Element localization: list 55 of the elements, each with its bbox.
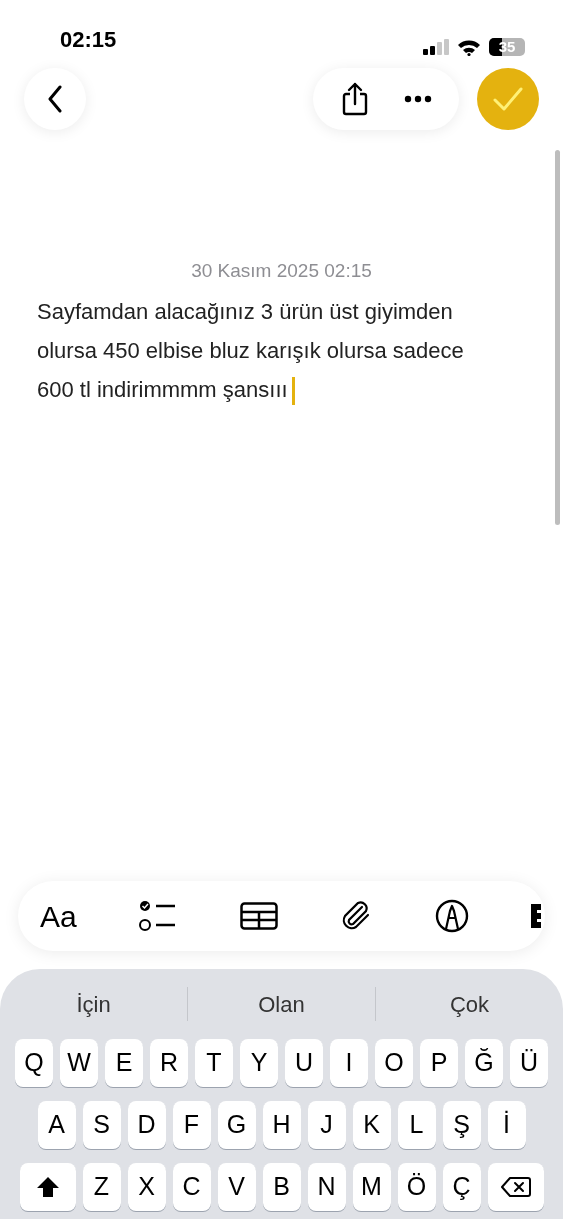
chevron-left-icon: [47, 85, 63, 113]
suggestion-item[interactable]: İçin: [0, 987, 187, 1021]
keyboard-key[interactable]: İ: [487, 1101, 526, 1149]
note-body: Sayfamdan alacağınız 3 ürün üst giyimden olursa 450 elbise bluz karışık olursa sadece 600 tl indirimmmm şansııı: [37, 291, 526, 409]
keyboard-key[interactable]: A: [37, 1101, 76, 1149]
keyboard-key[interactable]: D: [127, 1101, 166, 1149]
suggestion-item[interactable]: Olan: [188, 987, 375, 1021]
keyboard-key[interactable]: C: [172, 1163, 211, 1211]
keyboard-key[interactable]: W: [60, 1039, 98, 1087]
keyboard-key[interactable]: X: [127, 1163, 166, 1211]
keyboard-key[interactable]: M: [352, 1163, 391, 1211]
keyboard-key[interactable]: H: [262, 1101, 301, 1149]
keyboard-key[interactable]: Y: [240, 1039, 278, 1087]
pen-circle-icon[interactable]: [434, 899, 469, 933]
keyboard-key[interactable]: N: [307, 1163, 346, 1211]
table-icon[interactable]: [239, 902, 278, 930]
checklist-icon[interactable]: [139, 900, 178, 932]
more-button[interactable]: [403, 95, 432, 103]
text-format-button[interactable]: Aa: [40, 893, 77, 939]
signal-icon: [423, 39, 449, 55]
more-icon: [403, 95, 432, 103]
keyboard-key[interactable]: J: [307, 1101, 346, 1149]
keyboard-key[interactable]: K: [352, 1101, 391, 1149]
keyboard-key[interactable]: Ç: [442, 1163, 481, 1211]
keyboard-key[interactable]: F: [172, 1101, 211, 1149]
keyboard-key[interactable]: L: [397, 1101, 436, 1149]
keyboard-key[interactable]: T: [195, 1039, 233, 1087]
keyboard-key[interactable]: B: [262, 1163, 301, 1211]
keyboard-key[interactable]: O: [375, 1039, 413, 1087]
wifi-icon: [457, 38, 481, 56]
keyboard-key[interactable]: P: [420, 1039, 458, 1087]
note-date: 30 Kasım 2025 02:15: [190, 259, 373, 283]
keyboard-key[interactable]: Ö: [397, 1163, 436, 1211]
keyboard-key[interactable]: E: [105, 1039, 143, 1087]
keyboard-key[interactable]: G: [217, 1101, 256, 1149]
keyboard-key[interactable]: Q: [15, 1039, 53, 1087]
keyboard-key[interactable]: R: [150, 1039, 188, 1087]
share-icon: [340, 82, 369, 116]
keyboard-key[interactable]: Ğ: [465, 1039, 503, 1087]
keyboard-key[interactable]: S: [82, 1101, 121, 1149]
keyboard-key[interactable]: Z: [82, 1163, 121, 1211]
status-time: 02:15: [60, 26, 117, 54]
keyboard-key[interactable]: Ü: [510, 1039, 548, 1087]
text-cursor: [291, 376, 295, 405]
share-button[interactable]: [340, 82, 369, 116]
backspace-icon: [500, 1176, 531, 1198]
suggestion-item[interactable]: Çok: [376, 987, 563, 1021]
keyboard-key[interactable]: I: [330, 1039, 368, 1087]
keyboard-key[interactable]: U: [285, 1039, 323, 1087]
toolbar-icon[interactable]: [530, 902, 541, 930]
keyboard-key[interactable]: V: [217, 1163, 256, 1211]
delete-key[interactable]: [487, 1163, 544, 1211]
checkmark-icon: [493, 87, 523, 111]
keyboard-key[interactable]: Ş: [442, 1101, 481, 1149]
shift-key[interactable]: [19, 1163, 76, 1211]
